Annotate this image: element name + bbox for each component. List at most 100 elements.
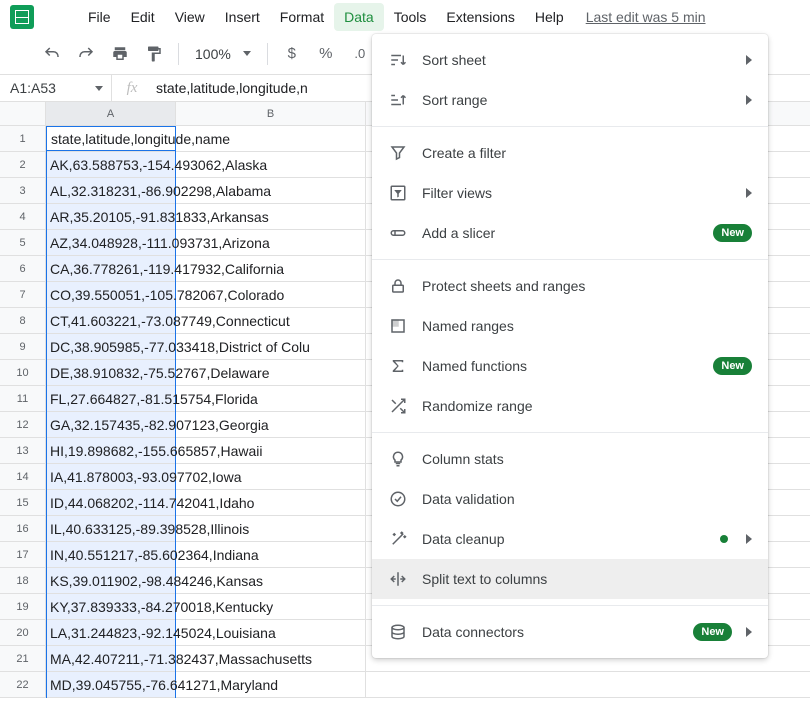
row-header[interactable]: 1	[0, 126, 46, 151]
menu-extensions[interactable]: Extensions	[436, 3, 524, 31]
cell[interactable]: CT,41.603221,-73.087749,Connecticut	[46, 308, 176, 333]
undo-button[interactable]	[38, 40, 66, 68]
row-header[interactable]: 12	[0, 412, 46, 437]
last-edit-link[interactable]: Last edit was 5 min	[586, 9, 706, 25]
menu-item-protect[interactable]: Protect sheets and ranges	[372, 266, 768, 306]
menu-data[interactable]: Data	[334, 3, 384, 31]
row-header[interactable]: 17	[0, 542, 46, 567]
name-box[interactable]: A1:A53	[0, 75, 112, 101]
zoom-value: 100%	[195, 46, 231, 62]
menu-item-named-functions[interactable]: Named functionsNew	[372, 346, 768, 386]
row-header[interactable]: 9	[0, 334, 46, 359]
menu-item-sort-sheet[interactable]: Sort sheet	[372, 40, 768, 80]
cell[interactable]: HI,19.898682,-155.665857,Hawaii	[46, 438, 176, 463]
row-header[interactable]: 6	[0, 256, 46, 281]
menu-separator	[372, 432, 768, 433]
redo-button[interactable]	[72, 40, 100, 68]
cell[interactable]: GA,32.157435,-82.907123,Georgia	[46, 412, 176, 437]
menu-item-sort-range[interactable]: Sort range	[372, 80, 768, 120]
cell[interactable]: IN,40.551217,-85.602364,Indiana	[46, 542, 176, 567]
zoom-dropdown[interactable]: 100%	[189, 42, 257, 66]
cell[interactable]: IA,41.878003,-93.097702,Iowa	[46, 464, 176, 489]
menu-item-named-ranges[interactable]: Named ranges	[372, 306, 768, 346]
menu-item-create-filter[interactable]: Create a filter	[372, 133, 768, 173]
cell[interactable]: AK,63.588753,-154.493062,Alaska	[46, 152, 176, 177]
cell[interactable]: KY,37.839333,-84.270018,Kentucky	[46, 594, 176, 619]
cell[interactable]: AR,35.20105,-91.831833,Arkansas	[46, 204, 176, 229]
menu-item-column-stats[interactable]: Column stats	[372, 439, 768, 479]
menu-item-label: Data validation	[422, 491, 515, 507]
cell[interactable]: KS,39.011902,-98.484246,Kansas	[46, 568, 176, 593]
row-header[interactable]: 7	[0, 282, 46, 307]
menu-item-label: Filter views	[422, 185, 492, 201]
row-header[interactable]: 8	[0, 308, 46, 333]
cell[interactable]: CA,36.778261,-119.417932,California	[46, 256, 176, 281]
cell[interactable]: AL,32.318231,-86.902298,Alabama	[46, 178, 176, 203]
db-icon	[388, 622, 408, 642]
filter-views-icon	[388, 183, 408, 203]
cell[interactable]: FL,27.664827,-81.515754,Florida	[46, 386, 176, 411]
menu-edit[interactable]: Edit	[121, 3, 165, 31]
column-header-B[interactable]: B	[176, 102, 366, 125]
currency-button[interactable]: $	[278, 40, 306, 68]
menu-item-data-validation[interactable]: Data validation	[372, 479, 768, 519]
row-header[interactable]: 18	[0, 568, 46, 593]
cell[interactable]: MA,42.407211,-71.382437,Massachusetts	[46, 646, 176, 671]
cell[interactable]: AZ,34.048928,-111.093731,Arizona	[46, 230, 176, 255]
cell[interactable]: CO,39.550051,-105.782067,Colorado	[46, 282, 176, 307]
menu-item-randomize[interactable]: Randomize range	[372, 386, 768, 426]
print-button[interactable]	[106, 40, 134, 68]
row-header[interactable]: 16	[0, 516, 46, 541]
new-badge: New	[713, 224, 752, 242]
percent-button[interactable]: %	[312, 40, 340, 68]
menu-insert[interactable]: Insert	[215, 3, 270, 31]
row-header[interactable]: 4	[0, 204, 46, 229]
menu-item-label: Sort sheet	[422, 52, 486, 68]
menu-file[interactable]: File	[78, 3, 121, 31]
sheets-logo-icon[interactable]	[10, 5, 34, 29]
menu-item-label: Add a slicer	[422, 225, 495, 241]
shuffle-icon	[388, 396, 408, 416]
row-header[interactable]: 19	[0, 594, 46, 619]
cell[interactable]: DC,38.905985,-77.033418,District of Colu	[46, 334, 176, 359]
decrease-decimal-button[interactable]: .0	[346, 40, 374, 68]
row-header[interactable]: 14	[0, 464, 46, 489]
menu-item-split-text[interactable]: Split text to columns	[372, 559, 768, 599]
name-box-value: A1:A53	[10, 80, 56, 96]
cell[interactable]: MD,39.045755,-76.641271,Maryland	[46, 672, 176, 697]
menu-item-filter-views[interactable]: Filter views	[372, 173, 768, 213]
row-header[interactable]: 10	[0, 360, 46, 385]
cell[interactable]: ID,44.068202,-114.742041,Idaho	[46, 490, 176, 515]
cell[interactable]: DE,38.910832,-75.52767,Delaware	[46, 360, 176, 385]
select-all-corner[interactable]	[0, 102, 46, 125]
menu-item-data-connectors[interactable]: Data connectors New	[372, 612, 768, 652]
paint-format-button[interactable]	[140, 40, 168, 68]
row-header[interactable]: 13	[0, 438, 46, 463]
sort-desc-icon	[388, 50, 408, 70]
row-header[interactable]: 11	[0, 386, 46, 411]
menu-format[interactable]: Format	[270, 3, 334, 31]
menu-tools[interactable]: Tools	[384, 3, 437, 31]
cell[interactable]: LA,31.244823,-92.145024,Louisiana	[46, 620, 176, 645]
cell[interactable]: state,latitude,longitude,name	[46, 126, 176, 151]
row-header[interactable]: 20	[0, 620, 46, 645]
menu-item-label: Data connectors	[422, 624, 524, 640]
menu-item-label: Protect sheets and ranges	[422, 278, 585, 294]
chevron-down-icon	[95, 86, 103, 91]
row-header[interactable]: 3	[0, 178, 46, 203]
menu-item-add-slicer[interactable]: Add a slicer New	[372, 213, 768, 253]
new-badge: New	[693, 623, 732, 641]
row-header[interactable]: 15	[0, 490, 46, 515]
menu-help[interactable]: Help	[525, 3, 574, 31]
menu-item-data-cleanup[interactable]: Data cleanup	[372, 519, 768, 559]
menu-separator	[372, 259, 768, 260]
menu-view[interactable]: View	[165, 3, 215, 31]
row-header[interactable]: 2	[0, 152, 46, 177]
column-header-A[interactable]: A	[46, 102, 176, 125]
row-header[interactable]: 21	[0, 646, 46, 671]
row-header[interactable]: 22	[0, 672, 46, 697]
menu-separator	[372, 126, 768, 127]
filter-icon	[388, 143, 408, 163]
row-header[interactable]: 5	[0, 230, 46, 255]
cell[interactable]: IL,40.633125,-89.398528,Illinois	[46, 516, 176, 541]
